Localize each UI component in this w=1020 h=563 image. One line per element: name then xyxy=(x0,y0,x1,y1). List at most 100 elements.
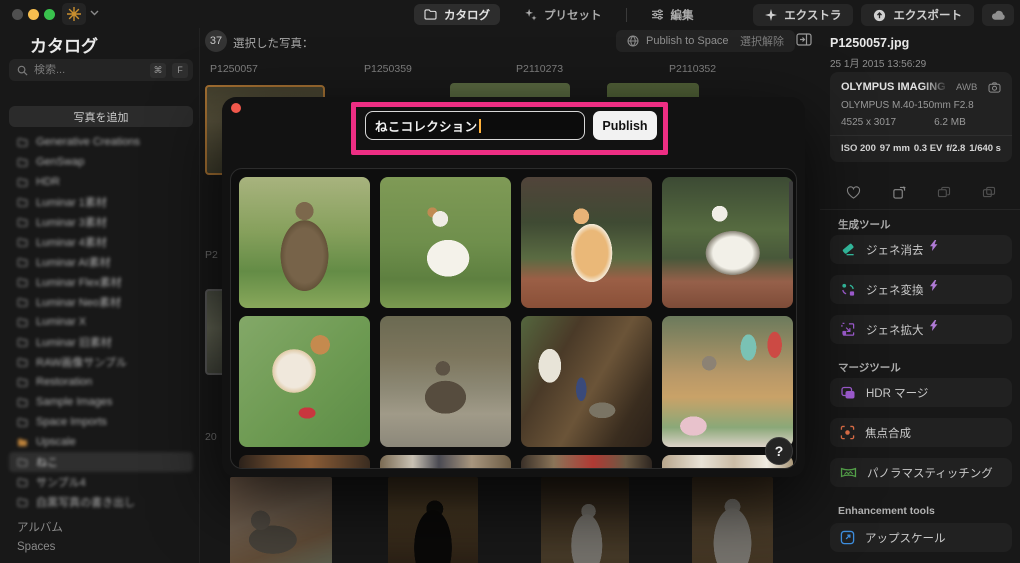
folder-item-neko-selected[interactable]: ねこ xyxy=(9,452,193,472)
folder-item[interactable]: GenSwap xyxy=(9,152,193,172)
inspector-panel: P1250057.jpg 25 1月 2015 13:56:29 OLYMPUS… xyxy=(820,28,1020,563)
collection-name-value: ねこコレクション xyxy=(375,120,478,134)
folder-item[interactable]: Luminar X xyxy=(9,312,193,332)
tab-catalog[interactable]: カタログ xyxy=(414,4,500,25)
traffic-light-zoom-button[interactable] xyxy=(44,9,55,20)
photo-thumbnail-tabby-in-basket[interactable] xyxy=(662,316,793,447)
cloud-sync-button[interactable] xyxy=(982,4,1014,26)
tab-catalog-label: カタログ xyxy=(444,9,490,22)
file-label: P1250057 xyxy=(210,63,258,75)
search-input[interactable] xyxy=(34,64,144,76)
export-button[interactable]: エクスポート xyxy=(861,4,974,26)
folder-item[interactable]: Restoration xyxy=(9,372,193,392)
copy-adjustments-icon[interactable] xyxy=(982,186,996,199)
tool-hdr-merge-button[interactable]: HDR マージ xyxy=(830,378,1012,407)
tab-presets[interactable]: プリセット xyxy=(514,4,612,25)
folder-label: Restoration xyxy=(36,376,93,388)
photo-thumbnail-white-cat-shop[interactable] xyxy=(541,477,629,563)
folder-item[interactable]: Luminar AI素材 xyxy=(9,252,193,272)
sidebar-item-albums[interactable]: アルバム xyxy=(17,519,63,535)
chevron-down-icon[interactable] xyxy=(90,10,99,16)
deselect-button[interactable]: 選択解除 xyxy=(729,30,795,52)
folder-item[interactable]: Sample Images xyxy=(9,392,193,412)
extras-label: エクストラ xyxy=(784,10,842,22)
tab-edit[interactable]: 編集 xyxy=(641,4,704,25)
folder-item[interactable]: HDR xyxy=(9,172,193,192)
traffic-light-minimize-button[interactable] xyxy=(28,9,39,20)
selected-count-badge: 37 xyxy=(205,30,227,52)
folder-item[interactable]: Luminar Neo素材 xyxy=(9,292,193,312)
file-label: P2110273 xyxy=(516,63,564,75)
add-photos-button[interactable]: 写真を追加 xyxy=(9,106,193,127)
folder-item[interactable]: Luminar Flex素材 xyxy=(9,272,193,292)
photo-thumbnail-white-gray-cat-on-brick[interactable] xyxy=(662,177,793,308)
folder-item[interactable]: Generative Creations xyxy=(9,132,193,152)
folder-item[interactable]: RAW画像サンプル xyxy=(9,352,193,372)
exif-aperture: f/2.8 xyxy=(946,143,966,154)
photo-thumbnail-black-cat[interactable] xyxy=(388,477,478,563)
tool-focus-stacking-button[interactable]: 焦点合成 xyxy=(830,418,1012,447)
folder-item[interactable]: Space Imports xyxy=(9,412,193,432)
publish-to-space-button[interactable]: Publish to Space xyxy=(616,30,740,52)
sidebar-item-spaces[interactable]: Spaces xyxy=(17,541,55,553)
exif-card: OLYMPUS IMAGING CORP AWB OLYMPUS M.40-15… xyxy=(830,72,1012,162)
camera-make: OLYMPUS IMAGING CORP xyxy=(841,81,949,93)
photo-thumbnail-tabby-on-path[interactable] xyxy=(380,316,511,447)
photo-thumbnail[interactable] xyxy=(380,455,511,468)
rotate-icon[interactable] xyxy=(892,186,906,199)
folder-label: RAW画像サンプル xyxy=(36,357,127,369)
tabs-divider xyxy=(625,7,627,22)
folder-icon xyxy=(17,417,28,427)
folder-item[interactable]: Luminar 旧素材 xyxy=(9,332,193,352)
file-label-partial: 20 xyxy=(205,431,217,443)
tool-gen-swap-button[interactable]: ジェネ変換 xyxy=(830,275,1012,304)
upscale-folder-icon xyxy=(18,438,27,446)
tool-label: 焦点合成 xyxy=(865,427,911,440)
photo-thumbnail-tabby-in-basket[interactable] xyxy=(230,477,332,563)
photo-thumbnail-white-longhair-cat[interactable] xyxy=(692,477,773,563)
folder-item-upscale[interactable]: Upscale xyxy=(9,432,193,452)
folder-item[interactable]: Luminar 3素材 xyxy=(9,212,193,232)
photo-thumbnail[interactable] xyxy=(521,455,652,468)
dialog-close-button[interactable] xyxy=(231,103,241,113)
photo-thumbnail-yawning-calico[interactable] xyxy=(239,316,370,447)
folder-item[interactable]: Luminar 4素材 xyxy=(9,232,193,252)
folder-icon xyxy=(17,257,28,267)
publish-button[interactable]: Publish xyxy=(593,111,657,140)
grid-scrollbar[interactable] xyxy=(789,181,793,259)
tool-gen-erase-button[interactable]: ジェネ消去 xyxy=(830,235,1012,264)
tool-label: パノラマスティッチング xyxy=(867,467,993,480)
photo-thumbnail-orange-cat-on-brick[interactable] xyxy=(521,177,652,308)
folder-label: サンプル4 xyxy=(36,477,86,489)
traffic-light-close-button[interactable] xyxy=(12,9,23,20)
folder-label: Luminar 1素材 xyxy=(36,197,107,209)
collection-name-input[interactable]: ねこコレクション xyxy=(365,111,585,140)
globe-icon xyxy=(627,35,639,47)
favorite-heart-icon[interactable] xyxy=(846,186,861,199)
extras-button[interactable]: エクストラ xyxy=(753,4,854,26)
file-size: 6.2 MB xyxy=(934,117,966,128)
edit-sliders-icon xyxy=(651,9,663,20)
toggle-inspector-panel-icon[interactable] xyxy=(796,33,812,46)
photo-thumbnail-white-calico-on-grass[interactable] xyxy=(380,177,511,308)
tool-gen-expand-button[interactable]: ジェネ拡大 xyxy=(830,315,1012,344)
tool-panorama-button[interactable]: パノラマスティッチング xyxy=(830,458,1012,487)
text-cursor xyxy=(479,118,482,133)
photo-thumbnail-cat-in-shop-window[interactable] xyxy=(521,316,652,447)
luminar-logo-icon[interactable] xyxy=(62,3,86,25)
tool-upscale-button[interactable]: アップスケール xyxy=(830,523,1012,552)
photo-thumbnail[interactable] xyxy=(239,455,370,468)
hdr-merge-icon xyxy=(841,386,855,398)
duplicate-icon[interactable] xyxy=(937,186,951,199)
folder-item[interactable]: サンプル4 xyxy=(9,472,193,492)
section-header-enhancement: Enhancement tools xyxy=(838,505,935,517)
photo-thumbnail-tabby-on-grass[interactable] xyxy=(239,177,370,308)
help-button[interactable]: ? xyxy=(765,437,793,465)
tool-label: HDR マージ xyxy=(866,387,929,400)
folder-icon xyxy=(17,357,28,367)
folder-item[interactable]: Luminar 1素材 xyxy=(9,192,193,212)
folder-item[interactable]: 白黒写真の書き出し xyxy=(9,492,193,512)
tool-label: ジェネ消去 xyxy=(866,244,924,257)
section-divider xyxy=(820,209,1020,210)
folder-label: Luminar Neo素材 xyxy=(36,297,121,309)
